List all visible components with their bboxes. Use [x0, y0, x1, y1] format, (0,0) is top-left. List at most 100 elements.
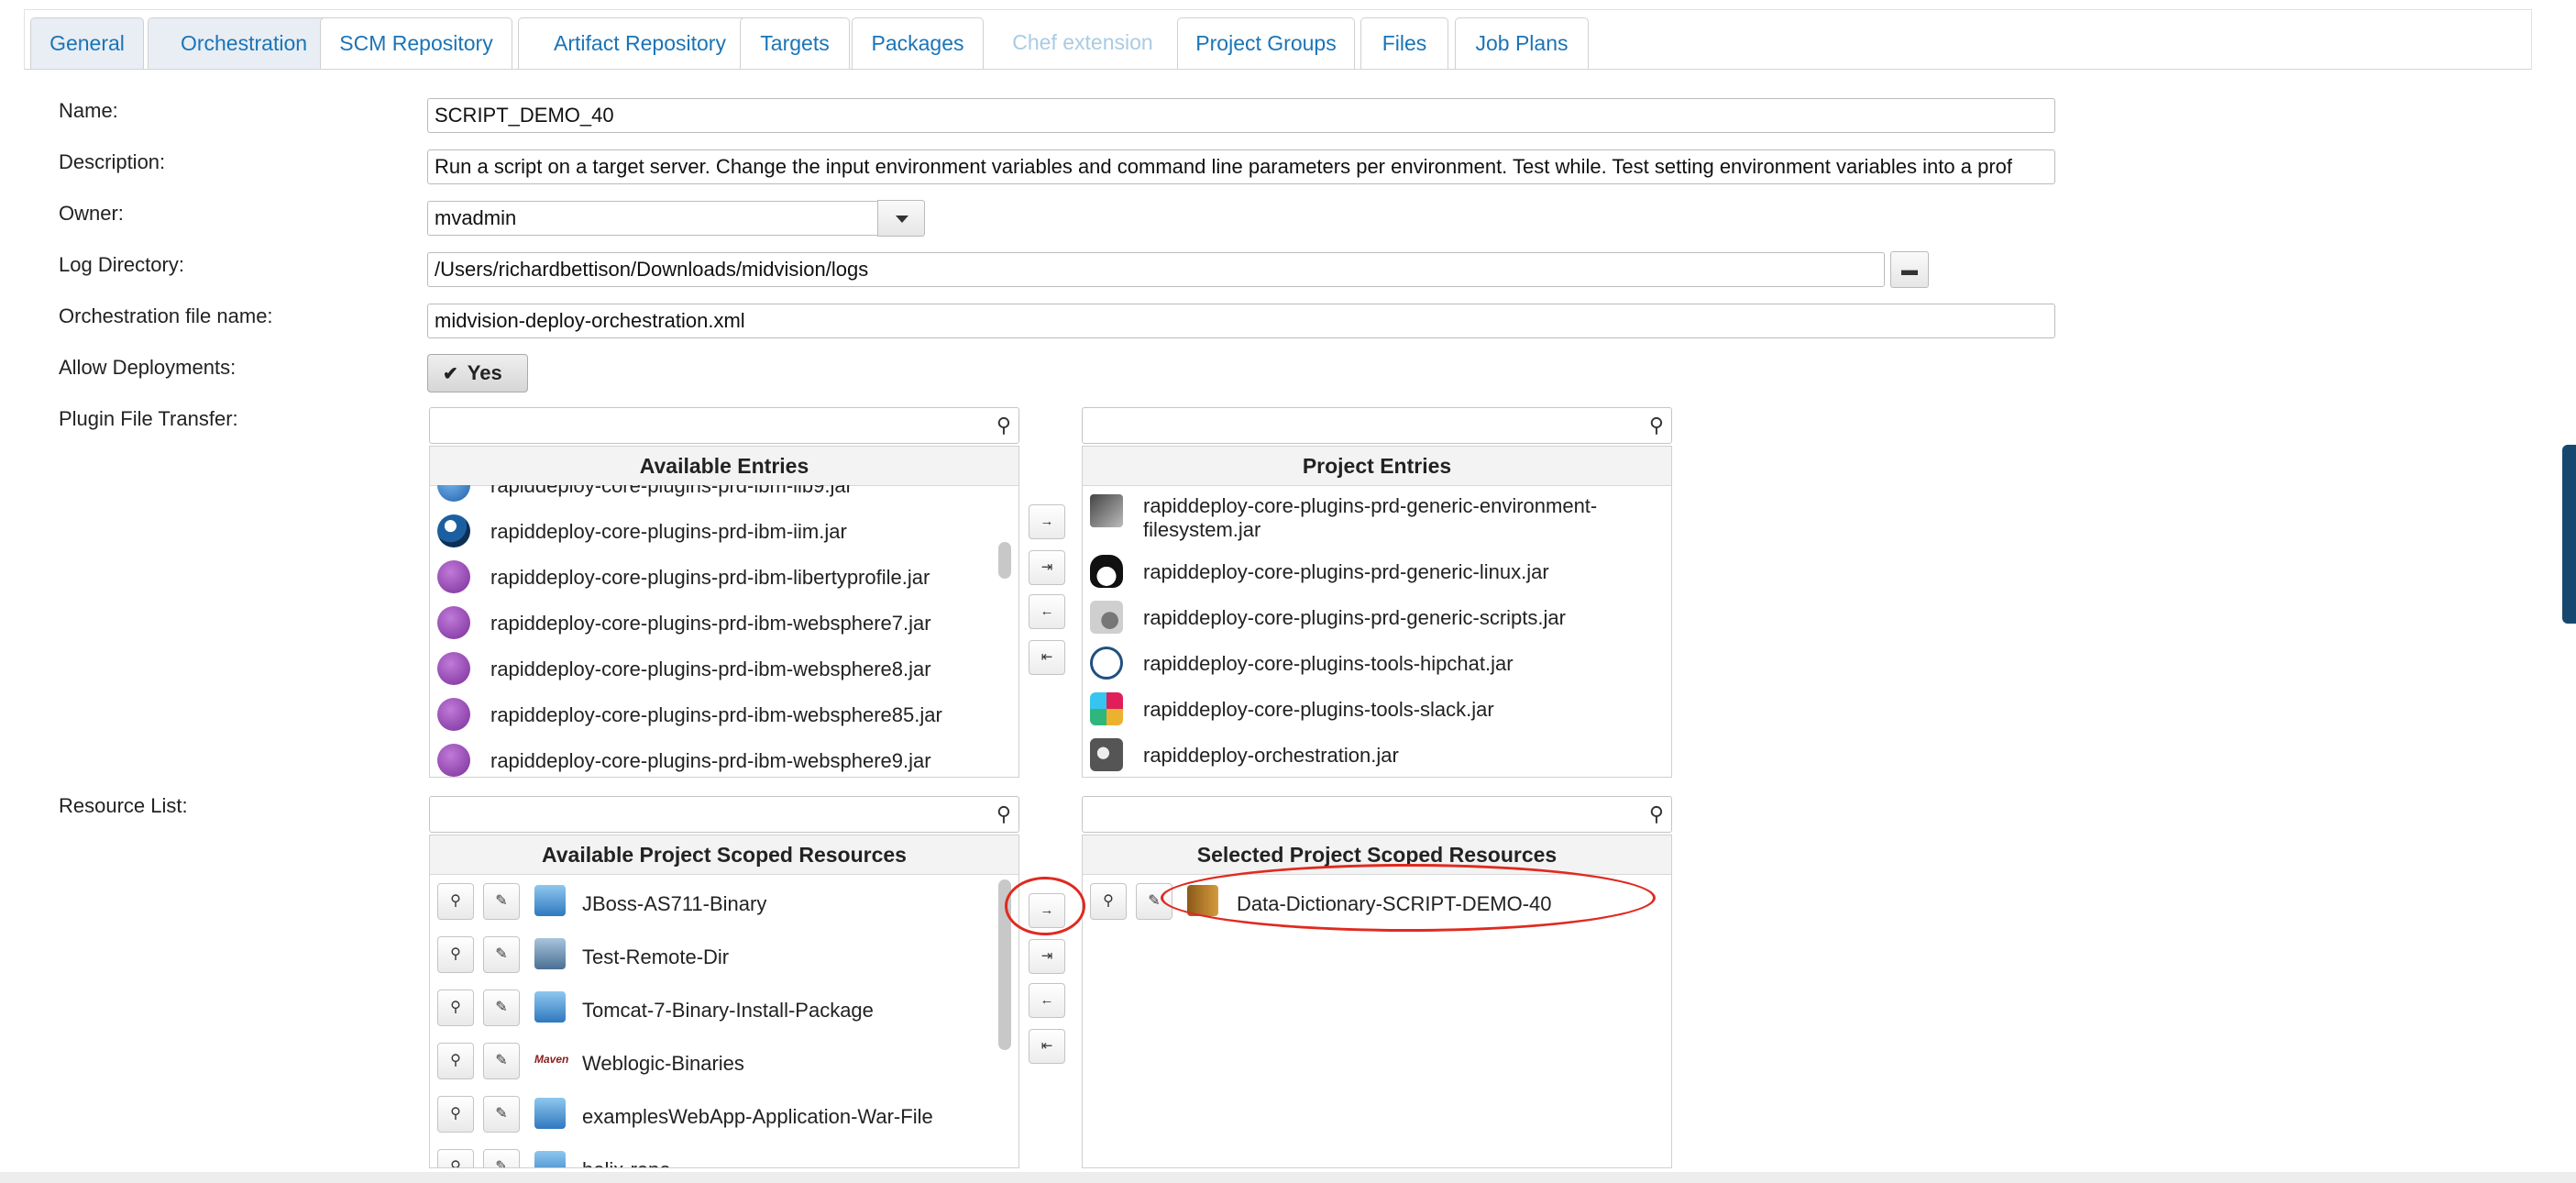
pencil-icon: ✎ [495, 1106, 508, 1122]
remove-resource-button[interactable]: ← [1029, 983, 1065, 1018]
view-resource-button[interactable]: ⚲ [437, 936, 474, 973]
owner-dropdown-button[interactable] [877, 200, 925, 237]
table-row[interactable]: ⚲ ✎ JBoss-AS711-Binary [430, 879, 991, 931]
owner-label: Owner: [59, 202, 124, 225]
tab-packages[interactable]: Packages [852, 17, 984, 69]
list-item[interactable]: rapiddeploy-core-plugins-prd-ibm-websphe… [430, 738, 991, 777]
view-resource-button[interactable]: ⚲ [437, 1043, 474, 1079]
search-icon: ⚲ [450, 1106, 461, 1122]
tab-job-plans[interactable]: Job Plans [1455, 17, 1589, 69]
add-all-entries-button[interactable]: ⇥ [1029, 550, 1065, 585]
tab-project-groups[interactable]: Project Groups [1177, 17, 1355, 69]
selected-resources-title: Selected Project Scoped Resources [1083, 835, 1671, 875]
search-icon: ⚲ [1648, 802, 1664, 825]
table-row[interactable]: ⚲ ✎ Tomcat-7-Binary-Install-Package [430, 986, 991, 1037]
view-resource-button[interactable]: ⚲ [437, 1149, 474, 1168]
http-resource-icon [534, 1151, 566, 1167]
list-item[interactable]: rapiddeploy-core-plugins-prd-ibm-websphe… [430, 647, 991, 692]
pencil-icon: ✎ [495, 893, 508, 909]
tab-targets[interactable]: Targets [740, 17, 850, 69]
list-item[interactable]: rapiddeploy-core-plugins-prd-ibm-iim.jar [430, 509, 991, 555]
table-row[interactable]: ⚲ ✎ Test-Remote-Dir [430, 933, 991, 984]
ibm-sphere-icon [437, 744, 470, 777]
project-entries-search[interactable]: ⚲ [1082, 407, 1672, 444]
browse-folder-button[interactable]: ▬ [1890, 251, 1929, 288]
add-resource-button[interactable]: → [1029, 893, 1065, 928]
table-row[interactable]: ⚲ ✎ helix-repo [430, 1145, 991, 1168]
tab-chef-extension: Chef extension [993, 17, 1172, 69]
resource-list-label: Resource List: [59, 794, 188, 817]
orchestration-file-input[interactable]: midvision-deploy-orchestration.xml [427, 304, 2055, 338]
edit-resource-button[interactable]: ✎ [483, 1096, 520, 1133]
orchestration-file-label: Orchestration file name: [59, 304, 273, 327]
list-item[interactable]: rapiddeploy-orchestration.jar [1083, 733, 1671, 777]
available-resources-search[interactable]: ⚲ [429, 796, 1019, 833]
tab-artifact-repository[interactable]: Artifact Repository [518, 17, 762, 69]
search-icon: ⚲ [450, 893, 461, 909]
pencil-icon: ✎ [495, 1000, 508, 1015]
view-resource-button[interactable]: ⚲ [437, 990, 474, 1026]
view-resource-button[interactable]: ⚲ [437, 1096, 474, 1133]
edit-resource-button[interactable]: ✎ [483, 883, 520, 920]
available-entries-panel: Available Entries rapiddeploy-core-plugi… [429, 446, 1019, 778]
hipchat-icon [1090, 647, 1123, 680]
edit-resource-button[interactable]: ✎ [483, 1043, 520, 1079]
search-icon: ⚲ [450, 1159, 461, 1168]
log-directory-input[interactable]: /Users/richardbettison/Downloads/midvisi… [427, 252, 1885, 287]
tab-files[interactable]: Files [1360, 17, 1448, 69]
data-dictionary-icon [1187, 885, 1218, 916]
remote-dir-icon [534, 938, 566, 969]
view-resource-button[interactable]: ⚲ [437, 883, 474, 920]
ibm-sphere-icon [437, 606, 470, 639]
table-row[interactable]: ⚲ ✎ examplesWebApp-Application-War-File [430, 1092, 991, 1144]
list-item[interactable]: rapiddeploy-core-plugins-prd-ibm-websphe… [430, 692, 991, 738]
tab-bar: General Orchestration SCM Repository Art… [24, 9, 2532, 70]
http-resource-icon [534, 1098, 566, 1129]
pencil-icon: ✎ [495, 1053, 508, 1068]
name-input[interactable]: SCRIPT_DEMO_40 [427, 98, 2055, 133]
edit-resource-button[interactable]: ✎ [1136, 883, 1172, 920]
list-item[interactable]: rapiddeploy-core-plugins-prd-ibm-iib9.ja… [430, 485, 991, 509]
edit-resource-button[interactable]: ✎ [483, 1149, 520, 1167]
available-entries-search[interactable]: ⚲ [429, 407, 1019, 444]
view-resource-button[interactable]: ⚲ [1090, 883, 1127, 920]
list-item[interactable]: rapiddeploy-core-plugins-tools-hipchat.j… [1083, 641, 1671, 687]
ibm-sphere-icon [437, 560, 470, 593]
allow-deployments-toggle[interactable]: ✔ Yes [427, 354, 528, 392]
table-row[interactable]: ⚲ ✎ Data-Dictionary-SCRIPT-DEMO-40 [1083, 879, 1671, 931]
orchestration-icon [1090, 738, 1123, 771]
side-panel-tab[interactable] [2562, 445, 2576, 624]
owner-select[interactable]: mvadmin [427, 201, 878, 236]
list-item[interactable]: rapiddeploy-core-plugins-prd-generic-scr… [1083, 595, 1671, 641]
available-resources-list[interactable]: ⚲ ✎ JBoss-AS711-Binary ⚲ ✎ Test-Remote-D… [430, 874, 991, 1168]
description-input[interactable]: Run a script on a target server. Change … [427, 149, 2055, 184]
search-icon: ⚲ [450, 946, 461, 962]
allow-deployments-label: Allow Deployments: [59, 356, 237, 379]
edit-resource-button[interactable]: ✎ [483, 936, 520, 973]
plugin-file-transfer-label: Plugin File Transfer: [59, 407, 238, 430]
add-all-resources-button[interactable]: ⇥ [1029, 939, 1065, 974]
selected-resources-panel: Selected Project Scoped Resources ⚲ ✎ Da… [1082, 835, 1672, 1168]
remove-all-resources-button[interactable]: ⇤ [1029, 1029, 1065, 1064]
list-item[interactable]: rapiddeploy-core-plugins-prd-generic-lin… [1083, 549, 1671, 595]
available-entries-scrollbar[interactable] [998, 542, 1011, 579]
list-item[interactable]: rapiddeploy-core-plugins-tools-slack.jar [1083, 687, 1671, 733]
remove-entry-button[interactable]: ← [1029, 594, 1065, 629]
edit-resource-button[interactable]: ✎ [483, 990, 520, 1026]
selected-resources-search[interactable]: ⚲ [1082, 796, 1672, 833]
add-entry-button[interactable]: → [1029, 504, 1065, 539]
horizontal-scrollbar[interactable] [0, 1172, 2576, 1183]
tab-orchestration[interactable]: Orchestration [148, 17, 340, 69]
available-entries-title: Available Entries [430, 447, 1018, 486]
available-entries-list[interactable]: rapiddeploy-core-plugins-prd-ibm-iib9.ja… [430, 485, 991, 777]
search-icon: ⚲ [996, 802, 1011, 825]
tab-general[interactable]: General [30, 17, 144, 69]
remove-all-entries-button[interactable]: ⇤ [1029, 640, 1065, 675]
linux-penguin-icon [1090, 555, 1123, 588]
list-item[interactable]: rapiddeploy-core-plugins-prd-generic-env… [1083, 489, 1671, 544]
tab-scm-repository[interactable]: SCM Repository [320, 17, 512, 69]
available-resources-scrollbar[interactable] [998, 879, 1011, 1050]
table-row[interactable]: ⚲ ✎ Maven Weblogic-Binaries [430, 1039, 991, 1090]
list-item[interactable]: rapiddeploy-core-plugins-prd-ibm-liberty… [430, 555, 991, 601]
list-item[interactable]: rapiddeploy-core-plugins-prd-ibm-websphe… [430, 601, 991, 647]
